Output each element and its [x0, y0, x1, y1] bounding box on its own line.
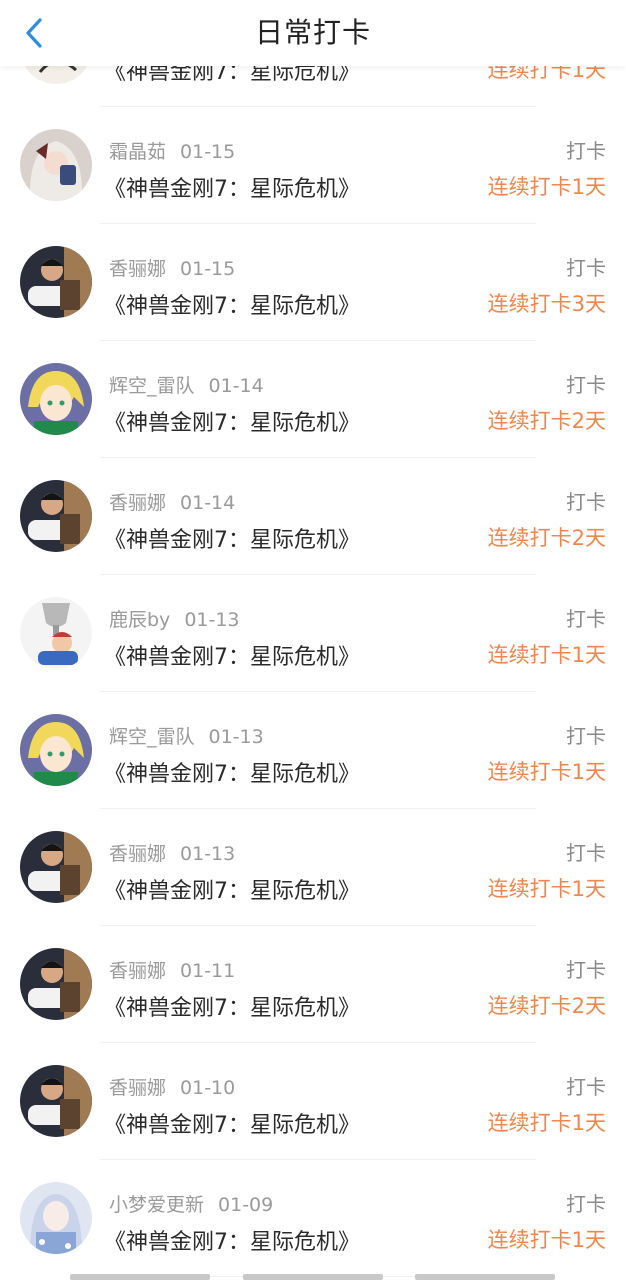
entry-meta: 辉空_雷队 01-14 — [109, 371, 264, 398]
movie-title[interactable]: 《神兽金刚7：星际危机》 — [104, 405, 360, 437]
streak-label: 连续打卡1天 — [487, 1111, 606, 1135]
checkin-date: 01-14 — [208, 375, 264, 397]
anime-blonde-avatar — [20, 363, 92, 435]
man-photo-avatar — [20, 948, 92, 1020]
checkin-row[interactable]: 香骊娜 01-13 打卡《神兽金刚7：星际危机》 连续打卡1天 — [0, 809, 626, 926]
movie-title[interactable]: 《神兽金刚7：星际危机》 — [104, 288, 360, 320]
movie-title[interactable]: 《神兽金刚7：星际危机》 — [104, 990, 360, 1022]
checkin-action-label: 打卡 — [566, 724, 606, 748]
entry-meta: 小梦爱更新 01-09 — [109, 1190, 273, 1217]
username[interactable]: 香骊娜 — [109, 258, 166, 280]
avatar[interactable] — [20, 831, 92, 903]
checkin-date: 01-15 — [180, 141, 236, 163]
checkin-row[interactable]: 香骊娜 01-11 打卡《神兽金刚7：星际危机》 连续打卡2天 — [0, 926, 626, 1043]
streak-label: 连续打卡2天 — [487, 994, 606, 1018]
avatar[interactable] — [20, 363, 92, 435]
checkin-row[interactable]: 香骊娜 01-15 打卡《神兽金刚7：星际危机》 连续打卡3天 — [0, 224, 626, 341]
man-photo-avatar — [20, 246, 92, 318]
avatar[interactable] — [20, 129, 92, 201]
checkin-date: 01-14 — [180, 492, 236, 514]
checkin-date: 01-13 — [184, 609, 240, 631]
checkin-row[interactable]: 霜晶茹 01-15 打卡《神兽金刚7：星际危机》 连续打卡1天 — [0, 107, 626, 224]
checkin-row[interactable]: 香骊娜 01-10 打卡《神兽金刚7：星际危机》 连续打卡1天 — [0, 1043, 626, 1160]
streak-label: 连续打卡1天 — [487, 643, 606, 667]
checkin-date: 01-13 — [180, 843, 236, 865]
checkin-action-label: 打卡 — [566, 607, 606, 631]
entry-meta: 香骊娜 01-13 — [109, 839, 235, 866]
page-title: 日常打卡 — [254, 16, 371, 49]
username[interactable]: 辉空_雷队 — [109, 726, 195, 748]
avatar[interactable] — [20, 597, 92, 669]
checkin-action-label: 打卡 — [566, 958, 606, 982]
checkin-date: 01-09 — [218, 1194, 274, 1216]
movie-title[interactable]: 《神兽金刚7：星际危机》 — [104, 522, 360, 554]
bottom-indicator — [70, 1274, 210, 1280]
entry-meta: 香骊娜 01-14 — [109, 488, 235, 515]
man-photo-avatar — [20, 1065, 92, 1137]
entry-meta: 鹿辰by 01-13 — [109, 605, 240, 632]
streak-label: 连续打卡1天 — [487, 760, 606, 784]
bottom-indicator — [243, 1274, 383, 1280]
avatar[interactable] — [20, 1182, 92, 1254]
trophy-cartoon-avatar — [20, 597, 92, 669]
bottom-indicator — [415, 1274, 555, 1280]
movie-title[interactable]: 《神兽金刚7：星际危机》 — [104, 1224, 360, 1256]
checkin-row[interactable]: 小梦爱更新 01-09 打卡《神兽金刚7：星际危机》 连续打卡1天 — [0, 1160, 626, 1277]
checkin-action-label: 打卡 — [566, 1192, 606, 1216]
entry-meta: 香骊娜 01-15 — [109, 254, 235, 281]
entry-meta: 霜晶茹 01-15 — [109, 137, 235, 164]
checkin-action-label: 打卡 — [566, 373, 606, 397]
checkin-action-label: 打卡 — [566, 139, 606, 163]
avatar[interactable] — [20, 714, 92, 786]
top-bar: 日常打卡 — [0, 0, 626, 66]
checkin-row[interactable]: 辉空_雷队 01-14 打卡《神兽金刚7：星际危机》 连续打卡2天 — [0, 341, 626, 458]
checkin-row[interactable]: 鹿辰by 01-13 打卡《神兽金刚7：星际危机》 连续打卡1天 — [0, 575, 626, 692]
movie-title[interactable]: 《神兽金刚7：星际危机》 — [104, 171, 360, 203]
man-photo-avatar — [20, 831, 92, 903]
checkin-date: 01-11 — [180, 960, 236, 982]
username[interactable]: 小梦爱更新 — [109, 1194, 204, 1216]
avatar[interactable] — [20, 1065, 92, 1137]
streak-label: 连续打卡1天 — [487, 175, 606, 199]
checkin-page: 《神兽金刚7：星际危机》 连续打卡1天 霜晶茹 01-15 打卡 《神兽金刚7：星际危机》… — [0, 0, 626, 1280]
streak-label: 连续打卡1天 — [487, 877, 606, 901]
girl-white-hair-avatar — [20, 129, 92, 201]
avatar[interactable] — [20, 246, 92, 318]
anime-blonde-avatar — [20, 714, 92, 786]
checkin-row[interactable]: 香骊娜 01-14 打卡《神兽金刚7：星际危机》 连续打卡2天 — [0, 458, 626, 575]
checkin-date: 01-13 — [208, 726, 264, 748]
streak-label: 连续打卡3天 — [487, 292, 606, 316]
checkin-action-label: 打卡 — [566, 256, 606, 280]
checkin-date: 01-15 — [180, 258, 236, 280]
entry-meta: 香骊娜 01-11 — [109, 956, 235, 983]
checkin-action-label: 打卡 — [566, 1075, 606, 1099]
username[interactable]: 香骊娜 — [109, 843, 166, 865]
movie-title[interactable]: 《神兽金刚7：星际危机》 — [104, 639, 360, 671]
entry-meta: 辉空_雷队 01-13 — [109, 722, 264, 749]
movie-title[interactable]: 《神兽金刚7：星际危机》 — [104, 756, 360, 788]
username[interactable]: 鹿辰by — [109, 609, 170, 631]
anime-blue-girl-avatar — [20, 1182, 92, 1254]
checkin-action-label: 打卡 — [566, 490, 606, 514]
username[interactable]: 香骊娜 — [109, 492, 166, 514]
username[interactable]: 辉空_雷队 — [109, 375, 195, 397]
streak-label: 连续打卡2天 — [487, 526, 606, 550]
checkin-row[interactable]: 辉空_雷队 01-13 打卡《神兽金刚7：星际危机》 连续打卡1天 — [0, 692, 626, 809]
username[interactable]: 霜晶茹 — [109, 141, 166, 163]
username[interactable]: 香骊娜 — [109, 960, 166, 982]
checkin-date: 01-10 — [180, 1077, 236, 1099]
streak-label: 连续打卡2天 — [487, 409, 606, 433]
man-photo-avatar — [20, 480, 92, 552]
movie-title[interactable]: 《神兽金刚7：星际危机》 — [104, 1107, 360, 1139]
checkin-action-label: 打卡 — [566, 841, 606, 865]
username[interactable]: 香骊娜 — [109, 1077, 166, 1099]
avatar[interactable] — [20, 948, 92, 1020]
avatar[interactable] — [20, 480, 92, 552]
movie-title[interactable]: 《神兽金刚7：星际危机》 — [104, 873, 360, 905]
entry-meta: 香骊娜 01-10 — [109, 1073, 235, 1100]
streak-label: 连续打卡1天 — [487, 1228, 606, 1252]
